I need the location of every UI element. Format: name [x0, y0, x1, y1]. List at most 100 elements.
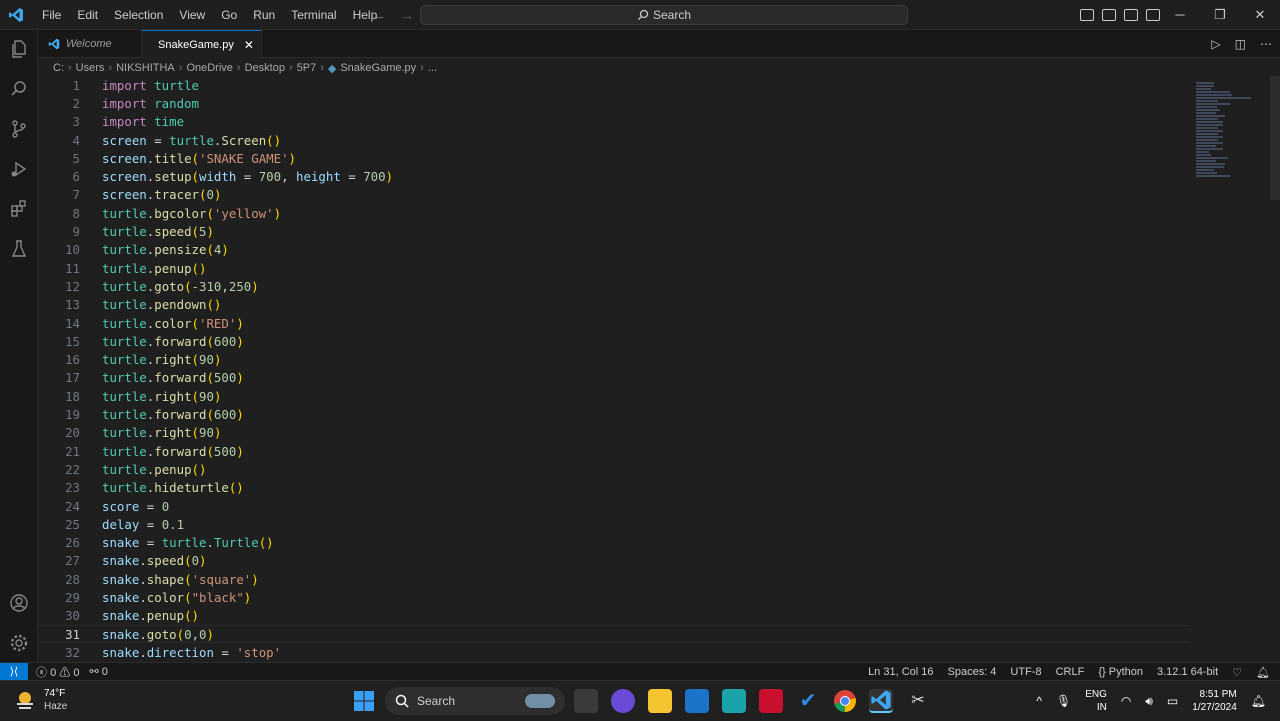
code-line[interactable]: 8 turtle.bgcolor('yellow')	[38, 204, 1188, 222]
chrome-icon[interactable]	[833, 689, 857, 713]
toggle-secondary-sidebar-icon[interactable]	[1124, 9, 1138, 21]
code-line[interactable]: 23 turtle.hideturtle()	[38, 479, 1188, 497]
mcafee-icon[interactable]	[759, 689, 783, 713]
code-line[interactable]: 16 turtle.right(90)	[38, 351, 1188, 369]
weather-widget[interactable]: 74°F Haze	[14, 687, 67, 713]
indentation[interactable]: Spaces: 4	[948, 666, 997, 678]
code-line[interactable]: 2 import random	[38, 94, 1188, 112]
language-mode[interactable]: {} Python	[1098, 666, 1143, 678]
tab-welcome[interactable]: Welcome	[38, 30, 142, 58]
ports-indicator[interactable]: ⚯ 0	[89, 665, 107, 678]
code-line[interactable]: 28 snake.shape('square')	[38, 570, 1188, 588]
language-indicator[interactable]: ENG IN	[1085, 688, 1107, 714]
code-line[interactable]: 21 turtle.forward(500)	[38, 442, 1188, 460]
cursor-position[interactable]: Ln 31, Col 16	[868, 666, 933, 678]
teams-chat-icon[interactable]	[611, 689, 635, 713]
menu-file[interactable]: File	[34, 0, 69, 30]
code-line[interactable]: 30 snake.penup()	[38, 607, 1188, 625]
restore-button[interactable]: ❐	[1200, 0, 1240, 30]
breadcrumb-item[interactable]: Desktop	[245, 62, 285, 74]
code-line[interactable]: 31 snake.goto(0,0)	[38, 625, 1188, 644]
code-line[interactable]: 20 turtle.right(90)	[38, 424, 1188, 442]
python-interpreter[interactable]: 3.12.1 64-bit	[1157, 666, 1218, 678]
wifi-icon[interactable]: ◠	[1121, 694, 1131, 708]
breadcrumb-item[interactable]: NIKSHITHA	[116, 62, 175, 74]
customize-layout-icon[interactable]	[1146, 9, 1160, 21]
more-actions-icon[interactable]: ⋯	[1260, 37, 1272, 51]
code-line[interactable]: 11 turtle.penup()	[38, 259, 1188, 277]
code-line[interactable]: 19 turtle.forward(600)	[38, 405, 1188, 423]
code-line[interactable]: 7 screen.tracer(0)	[38, 186, 1188, 204]
run-debug-icon[interactable]	[8, 158, 30, 180]
task-view-icon[interactable]	[574, 689, 598, 713]
code-line[interactable]: 13 turtle.pendown()	[38, 296, 1188, 314]
remote-indicator-icon[interactable]: ⟩⟨	[0, 662, 28, 681]
search-icon[interactable]	[8, 78, 30, 100]
todo-check-icon[interactable]: ✔	[796, 689, 820, 713]
file-explorer-icon[interactable]	[648, 689, 672, 713]
code-line[interactable]: 1 import turtle	[38, 76, 1188, 94]
code-line[interactable]: 6 screen.setup(width = 700, height = 700)	[38, 168, 1188, 186]
code-line[interactable]: 9 turtle.speed(5)	[38, 222, 1188, 240]
breadcrumb-item[interactable]: SnakeGame.py	[340, 62, 416, 74]
menu-run[interactable]: Run	[245, 0, 283, 30]
code-line[interactable]: 32 snake.direction = 'stop'	[38, 643, 1188, 661]
code-editor[interactable]: 1 import turtle 2 import random 3 import time…	[38, 76, 1188, 662]
testing-flask-icon[interactable]	[8, 238, 30, 260]
minimize-button[interactable]: ─	[1160, 0, 1200, 30]
mail-icon[interactable]	[685, 689, 709, 713]
code-line[interactable]: 22 turtle.penup()	[38, 460, 1188, 478]
code-line[interactable]: 10 turtle.pensize(4)	[38, 241, 1188, 259]
clock[interactable]: 8:51 PM 1/27/2024	[1192, 688, 1237, 714]
breadcrumb-item[interactable]: ...	[428, 62, 437, 74]
command-center[interactable]: Search	[420, 5, 908, 25]
menu-selection[interactable]: Selection	[106, 0, 171, 30]
store-app-icon[interactable]	[722, 689, 746, 713]
code-line[interactable]: 26 snake = turtle.Turtle()	[38, 534, 1188, 552]
battery-icon[interactable]: ▭	[1167, 694, 1178, 708]
taskbar-search[interactable]: Search	[385, 687, 565, 715]
menu-go[interactable]: Go	[213, 0, 245, 30]
notifications-bell-icon[interactable]: 🔔︎	[1251, 694, 1266, 708]
volume-icon[interactable]: 🔊︎	[1145, 694, 1153, 709]
code-line[interactable]: 25 delay = 0.1	[38, 515, 1188, 533]
back-arrow-icon[interactable]: ←	[372, 7, 386, 23]
code-line[interactable]: 24 score = 0	[38, 497, 1188, 515]
encoding[interactable]: UTF-8	[1010, 666, 1041, 678]
vscode-taskbar-icon[interactable]	[869, 689, 893, 713]
tab-snakegame[interactable]: SnakeGame.py ✕	[142, 30, 262, 58]
snipping-tool-icon[interactable]: ✂	[906, 689, 930, 713]
accounts-icon[interactable]	[8, 592, 30, 614]
microphone-icon[interactable]: 🎙︎	[1056, 694, 1071, 708]
close-tab-icon[interactable]: ✕	[244, 38, 254, 52]
extensions-icon[interactable]	[8, 198, 30, 220]
code-line[interactable]: 3 import time	[38, 113, 1188, 131]
close-window-button[interactable]: ✕	[1240, 0, 1280, 30]
split-editor-icon[interactable]: ◫	[1235, 37, 1246, 51]
breadcrumb-item[interactable]: 5P7	[297, 62, 317, 74]
code-line[interactable]: 29 snake.color("black")	[38, 588, 1188, 606]
minimap[interactable]	[1192, 76, 1270, 236]
code-line[interactable]: 5 screen.title('SNAKE GAME')	[38, 149, 1188, 167]
breadcrumb-item[interactable]: C:	[53, 62, 64, 74]
forward-arrow-icon[interactable]: →	[400, 7, 414, 23]
menu-edit[interactable]: Edit	[69, 0, 106, 30]
settings-gear-icon[interactable]	[8, 632, 30, 654]
code-line[interactable]: 17 turtle.forward(500)	[38, 369, 1188, 387]
problems-indicator[interactable]: ⓧ 0 ⚠ 0	[36, 664, 79, 680]
feedback-icon[interactable]: ♡	[1232, 666, 1242, 679]
code-line[interactable]: 27 snake.speed(0)	[38, 552, 1188, 570]
end-of-line[interactable]: CRLF	[1056, 666, 1085, 678]
show-hidden-icons-icon[interactable]: ^	[1036, 694, 1042, 708]
code-line[interactable]: 14 turtle.color('RED')	[38, 314, 1188, 332]
windows-start-icon[interactable]	[352, 689, 376, 713]
source-control-icon[interactable]	[8, 118, 30, 140]
toggle-panel-icon[interactable]	[1102, 9, 1116, 21]
breadcrumb-item[interactable]: OneDrive	[186, 62, 232, 74]
menu-view[interactable]: View	[171, 0, 213, 30]
vertical-scrollbar[interactable]	[1270, 76, 1280, 200]
toggle-primary-sidebar-icon[interactable]	[1080, 9, 1094, 21]
notifications-bell-icon[interactable]: 🔔︎	[1256, 666, 1270, 679]
code-line[interactable]: 4 screen = turtle.Screen()	[38, 131, 1188, 149]
code-line[interactable]: 18 turtle.right(90)	[38, 387, 1188, 405]
